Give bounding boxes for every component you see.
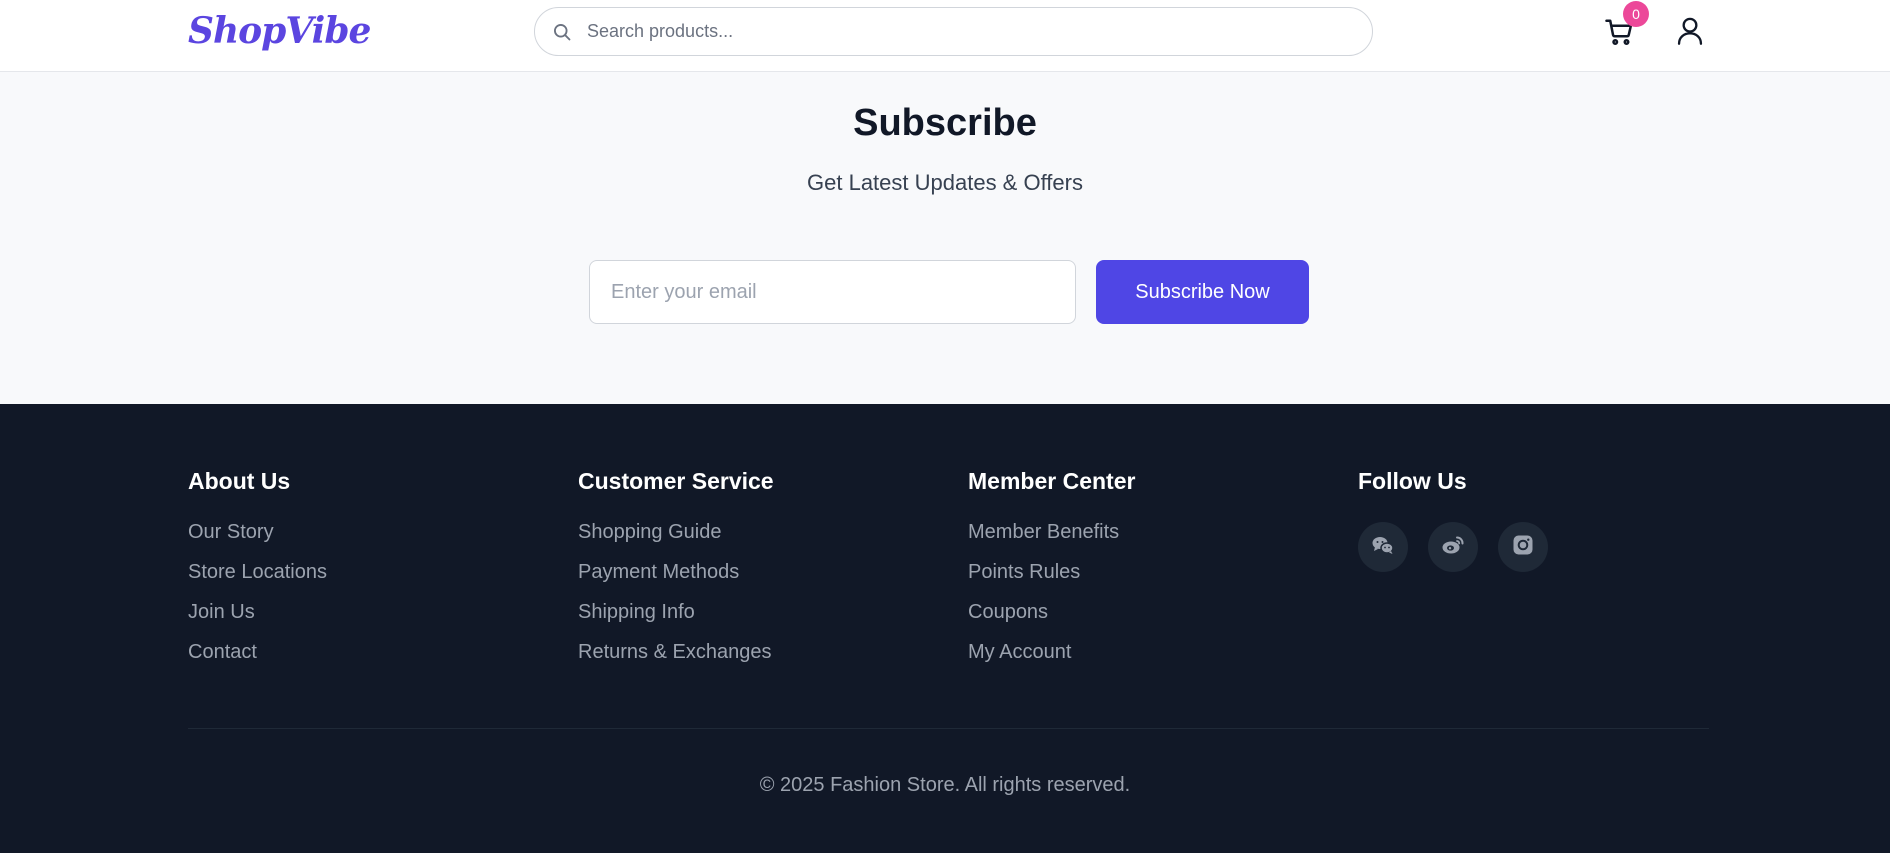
subscribe-section: Subscribe Get Latest Updates & Offers Su… — [0, 72, 1890, 404]
site-header: ShopVibe 0 — [0, 0, 1890, 72]
account-button[interactable] — [1676, 16, 1704, 46]
footer-link[interactable]: Shipping Info — [578, 600, 774, 640]
footer-column-title: Customer Service — [578, 468, 774, 494]
footer-column-title: Member Center — [968, 468, 1136, 494]
search-input[interactable] — [587, 21, 1347, 42]
email-field[interactable] — [589, 260, 1076, 324]
footer-divider — [188, 728, 1709, 729]
footer-link[interactable]: Coupons — [968, 600, 1135, 640]
footer-column-about: About Us Our Story Store Locations Join … — [188, 468, 327, 680]
user-icon — [1676, 17, 1704, 50]
copyright-text: © 2025 Fashion Store. All rights reserve… — [759, 774, 1131, 796]
cart-icon — [1604, 19, 1634, 51]
site-footer: About Us Our Story Store Locations Join … — [0, 404, 1890, 853]
footer-column-title: About Us — [188, 468, 291, 494]
footer-link[interactable]: Join Us — [188, 600, 327, 640]
footer-link[interactable]: Store Locations — [188, 560, 327, 600]
footer-link[interactable]: Member Benefits — [968, 520, 1135, 560]
subscribe-subtitle: Get Latest Updates & Offers — [807, 170, 1083, 195]
footer-link[interactable]: Returns & Exchanges — [578, 640, 774, 680]
footer-column-member-center: Member Center Member Benefits Points Rul… — [968, 468, 1135, 680]
footer-link[interactable]: Shopping Guide — [578, 520, 774, 560]
subscribe-button[interactable]: Subscribe Now — [1096, 260, 1309, 324]
footer-column-customer-service: Customer Service Shopping Guide Payment … — [578, 468, 774, 680]
footer-column-title: Follow Us — [1358, 468, 1467, 494]
search-bar[interactable] — [534, 7, 1373, 56]
footer-link[interactable]: Our Story — [188, 520, 327, 560]
subscribe-title: Subscribe — [853, 102, 1037, 144]
wechat-link[interactable] — [1358, 522, 1408, 572]
instagram-icon — [1511, 533, 1535, 562]
social-links — [1358, 522, 1548, 572]
instagram-link[interactable] — [1498, 522, 1548, 572]
footer-link[interactable]: Payment Methods — [578, 560, 774, 600]
footer-column-follow: Follow Us — [1358, 468, 1548, 572]
search-icon — [551, 21, 573, 43]
cart-count-badge: 0 — [1623, 1, 1649, 27]
weibo-icon — [1441, 533, 1465, 562]
wechat-icon — [1371, 533, 1395, 562]
footer-link[interactable]: Contact — [188, 640, 327, 680]
footer-link[interactable]: Points Rules — [968, 560, 1135, 600]
weibo-link[interactable] — [1428, 522, 1478, 572]
footer-link[interactable]: My Account — [968, 640, 1135, 680]
logo[interactable]: ShopVibe — [188, 10, 371, 52]
